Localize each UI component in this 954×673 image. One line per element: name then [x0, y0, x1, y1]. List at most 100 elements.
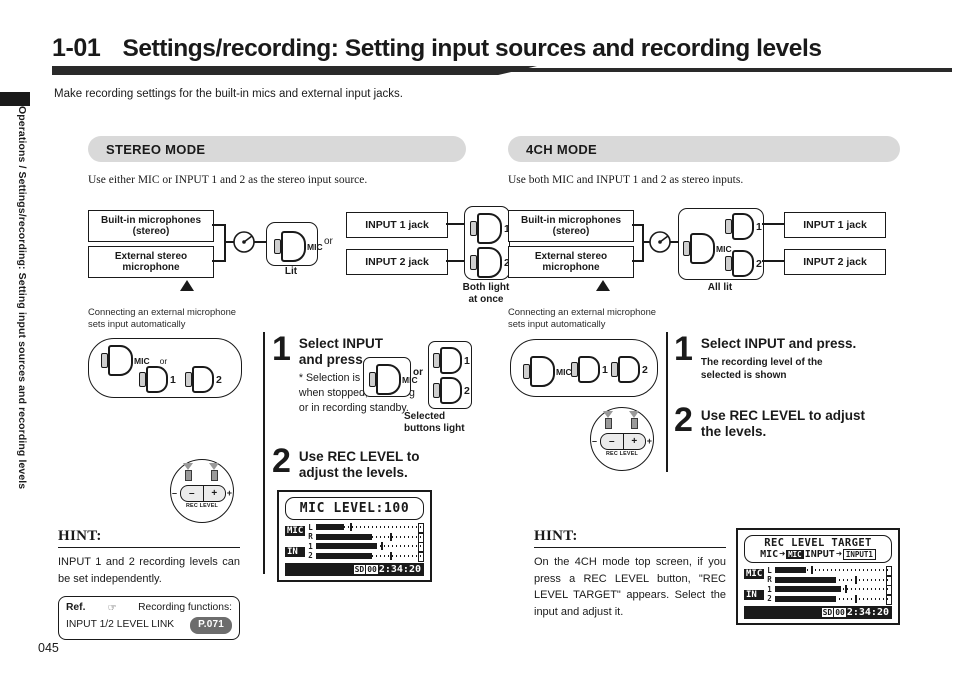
r-builtin-mic-box: Built-in microphones (stereo) [508, 210, 634, 242]
right-lcd-screen: REC LEVEL TARGET MIC ➜ MIC INPUT ➜ INPUT… [736, 528, 900, 625]
lcd-meter-clip-indicator [418, 532, 424, 543]
step1-input1-button-icon [440, 347, 462, 374]
lcd-meter-fill [775, 567, 806, 573]
lcd-meter-track [316, 551, 424, 562]
r-rec-level-minus-button[interactable]: – [601, 434, 624, 449]
r-mic-button-icon [690, 233, 715, 264]
external-mic-note: Connecting an external microphone sets i… [88, 306, 237, 330]
right-hint-body: On the 4CH mode top screen, if you press… [534, 556, 726, 618]
lcd-meter-track [775, 594, 892, 605]
lcd-meter-row: 2 [308, 551, 424, 562]
left-ref-box[interactable]: Ref. ☞ Recording functions: INPUT 1/2 LE… [58, 596, 240, 640]
ref-item: INPUT 1/2 LEVEL LINK [66, 619, 175, 631]
rec-level-plus-button[interactable]: + [204, 486, 226, 501]
lcd-meter-channel-label: 2 [767, 594, 772, 603]
r-external-mic-note: Connecting an external microphone sets i… [508, 306, 657, 330]
sidebar-vertical-label: Operations / Settings/recording: Setting… [16, 106, 28, 490]
left-hint-heading: HINT: [58, 528, 102, 544]
step1-mic-button-shell: MIC [363, 357, 418, 397]
step1-or-label: or [413, 367, 423, 378]
r-panel-input1-led-icon [571, 362, 578, 377]
lcd-meters-right: MIC IN LR12 [744, 565, 892, 605]
step1-mic-led-icon [369, 372, 376, 387]
lcd-status-bar-left: SD 00 2:34:20 [285, 562, 424, 576]
lcd-meter-fill [316, 524, 345, 530]
rec-level-rocker[interactable]: – + [180, 485, 226, 502]
lcd-meter-channel-label: L [308, 522, 313, 532]
lcd-card-icon-left: SD [353, 564, 366, 574]
lcd-meter-row: R [308, 532, 424, 543]
switch-icon [233, 231, 255, 253]
right-step-2: 2 Use REC LEVEL to adjust the levels. [674, 401, 865, 439]
left-hint-body: INPUT 1 and 2 recording levels can be se… [58, 556, 240, 585]
right-step1-title: Select INPUT and press. [700, 336, 857, 351]
lcd-meter-fill [775, 576, 836, 583]
r-knob-minus-outer: – [592, 436, 598, 446]
input1-button-icon [477, 213, 502, 244]
lcd-meter-fill [316, 543, 377, 549]
input2-led-icon [470, 255, 477, 270]
header-rule-accent [52, 66, 537, 75]
page-title: Settings/recording: Setting input source… [122, 35, 822, 62]
lcd-time-right: 2:34:20 [846, 606, 889, 618]
right-hint-rule [534, 547, 726, 549]
r-rec-level-plus-button[interactable]: + [624, 434, 646, 449]
builtin-mic-box: Built-in microphones (stereo) [88, 210, 214, 242]
r-rec-level-knob-label: REC LEVEL [605, 451, 639, 457]
fourch-mode-subtitle: Use both MIC and INPUT 1 and 2 as stereo… [508, 174, 744, 186]
lcd-status-bar-right: SD 00 2:34:20 [744, 605, 892, 619]
lcd-time-left: 2:34:20 [378, 563, 421, 575]
lcd-tag-mic-left: MIC [285, 525, 306, 536]
lcd-meter-clip-indicator [886, 585, 892, 595]
panel-input2-led-icon [185, 372, 192, 387]
mic-button-icon [281, 231, 306, 262]
page-header: 1-01 Settings/recording: Setting input s… [52, 34, 954, 63]
panel-mic-led-icon [101, 353, 108, 368]
lcd-meter-row: R [767, 575, 892, 586]
lcd-arrow-2-icon: ➜ [835, 549, 842, 560]
panel-mic-button-icon [108, 345, 133, 376]
lcd-meter-track [775, 566, 892, 576]
fourch-recorder-panel: MIC 1 2 [510, 339, 658, 397]
rec-level-minus-button[interactable]: – [181, 486, 204, 501]
panel-input1-button-icon [146, 366, 168, 393]
input-1-jack-box: INPUT 1 jack [346, 212, 448, 238]
manual-page: Operations / Settings/recording: Setting… [0, 0, 954, 673]
left-step1-number: 1 [272, 330, 291, 368]
rec-level-knob-left[interactable]: – + – + REC LEVEL [170, 459, 234, 523]
lcd-meter-track [775, 575, 892, 586]
mic-lit-caption: Lit [284, 266, 298, 277]
step1-input1-led-icon [433, 353, 440, 368]
ref-page-badge[interactable]: P.071 [190, 617, 232, 634]
right-step2-number: 2 [674, 401, 693, 439]
r-input2-button-icon [732, 250, 754, 277]
lcd-count-right: 00 [834, 607, 846, 617]
r-input-2-jack-box: INPUT 2 jack [784, 249, 886, 275]
panel-or-label: or [159, 355, 168, 366]
lcd-meters-left: MIC IN LR12 [285, 522, 424, 562]
lcd-count-left: 00 [366, 564, 378, 574]
ref-text: Recording functions: [138, 602, 232, 614]
lcd-meter-fill [316, 533, 373, 540]
lcd-card-icon-right: SD [821, 607, 834, 617]
r-panel-input2-button-icon [618, 356, 640, 383]
left-lcd-screen: MIC LEVEL:100 MIC IN LR12 SD 00 2:34:20 [277, 490, 432, 582]
rec-level-knob-right[interactable]: – + – + REC LEVEL [590, 407, 654, 471]
r-input-1-jack-box: INPUT 1 jack [784, 212, 886, 238]
lcd-meter-clip-indicator [886, 566, 892, 576]
lcd-meter-channel-label: L [767, 565, 772, 575]
lcd-meter-clip-indicator [886, 594, 892, 605]
input-2-jack-box: INPUT 2 jack [346, 249, 448, 275]
stereo-mode-column: STEREO MODE Use either MIC or INPUT 1 an… [88, 136, 510, 330]
or-label-diagram: or [324, 236, 333, 247]
step1-mic-button-icon [376, 364, 401, 395]
lcd-meter-clip-indicator [418, 523, 424, 533]
left-step2-number: 2 [272, 442, 291, 480]
rec-level-knob-label: REC LEVEL [185, 503, 219, 509]
lcd-badge-mic: MIC [786, 550, 804, 559]
stereo-recorder-panel: MIC or 1 2 [88, 338, 242, 398]
r-rec-level-rocker[interactable]: – + [600, 433, 646, 450]
r-panel-input1-button-icon [578, 356, 600, 383]
lcd-meter-peak-tick [389, 532, 392, 541]
lcd-meter-peak-tick [811, 566, 814, 574]
